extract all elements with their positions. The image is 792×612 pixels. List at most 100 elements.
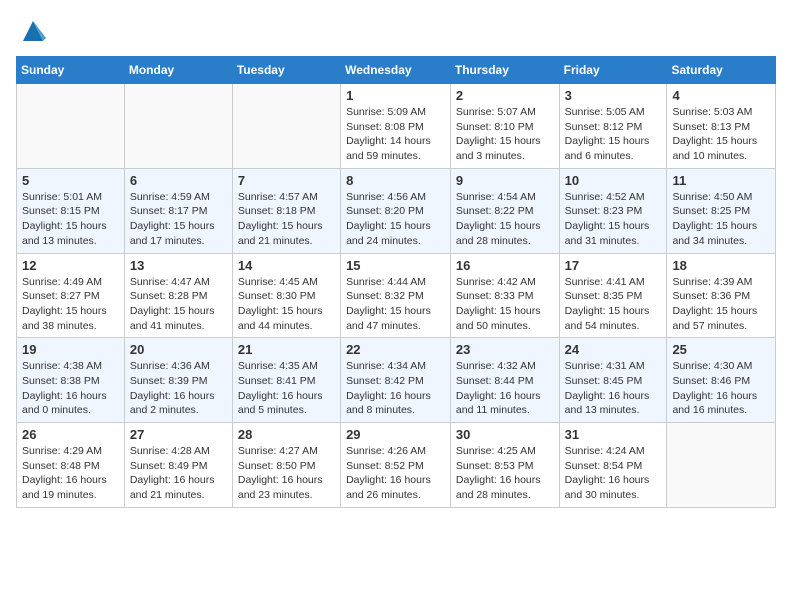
day-number: 17 — [565, 258, 662, 273]
calendar-cell: 7 Sunrise: 4:57 AM Sunset: 8:18 PM Daylig… — [232, 168, 340, 253]
day-of-week-wednesday: Wednesday — [341, 57, 451, 84]
day-info: Sunrise: 4:36 AM Sunset: 8:39 PM Dayligh… — [130, 359, 227, 418]
calendar-cell: 1 Sunrise: 5:09 AM Sunset: 8:08 PM Daylig… — [341, 84, 451, 169]
day-info: Sunrise: 4:54 AM Sunset: 8:22 PM Dayligh… — [456, 190, 554, 249]
day-number: 5 — [22, 173, 119, 188]
day-number: 10 — [565, 173, 662, 188]
day-number: 11 — [672, 173, 770, 188]
calendar-week-row: 26 Sunrise: 4:29 AM Sunset: 8:48 PM Dayli… — [17, 423, 776, 508]
day-number: 4 — [672, 88, 770, 103]
calendar-week-row: 12Sunrise: 4:49 AM Sunset: 8:27 PM Dayli… — [17, 253, 776, 338]
calendar-cell: 15Sunrise: 4:44 AM Sunset: 8:32 PM Dayli… — [341, 253, 451, 338]
day-number: 13 — [130, 258, 227, 273]
day-info: Sunrise: 5:03 AM Sunset: 8:13 PM Dayligh… — [672, 105, 770, 164]
calendar-cell: 23 Sunrise: 4:32 AM Sunset: 8:44 PM Dayli… — [450, 338, 559, 423]
logo — [16, 16, 48, 46]
day-info: Sunrise: 4:41 AM Sunset: 8:35 PM Dayligh… — [565, 275, 662, 334]
calendar-cell: 25 Sunrise: 4:30 AM Sunset: 8:46 PM Dayli… — [667, 338, 776, 423]
day-info: Sunrise: 4:27 AM Sunset: 8:50 PM Dayligh… — [238, 444, 335, 503]
day-info: Sunrise: 4:34 AM Sunset: 8:42 PM Dayligh… — [346, 359, 445, 418]
calendar-cell: 13 Sunrise: 4:47 AM Sunset: 8:28 PM Dayli… — [124, 253, 232, 338]
day-of-week-friday: Friday — [559, 57, 667, 84]
calendar-cell: 12Sunrise: 4:49 AM Sunset: 8:27 PM Dayli… — [17, 253, 125, 338]
day-info: Sunrise: 4:26 AM Sunset: 8:52 PM Dayligh… — [346, 444, 445, 503]
day-number: 21 — [238, 342, 335, 357]
day-number: 9 — [456, 173, 554, 188]
calendar-cell: 16 Sunrise: 4:42 AM Sunset: 8:33 PM Dayli… — [450, 253, 559, 338]
day-of-week-monday: Monday — [124, 57, 232, 84]
day-info: Sunrise: 4:56 AM Sunset: 8:20 PM Dayligh… — [346, 190, 445, 249]
calendar-cell: 2 Sunrise: 5:07 AM Sunset: 8:10 PM Daylig… — [450, 84, 559, 169]
day-number: 25 — [672, 342, 770, 357]
day-number: 3 — [565, 88, 662, 103]
day-number: 8 — [346, 173, 445, 188]
day-number: 14 — [238, 258, 335, 273]
calendar-cell: 5 Sunrise: 5:01 AM Sunset: 8:15 PM Daylig… — [17, 168, 125, 253]
day-number: 23 — [456, 342, 554, 357]
calendar-cell: 11 Sunrise: 4:50 AM Sunset: 8:25 PM Dayli… — [667, 168, 776, 253]
day-info: Sunrise: 4:50 AM Sunset: 8:25 PM Dayligh… — [672, 190, 770, 249]
calendar-cell: 24Sunrise: 4:31 AM Sunset: 8:45 PM Dayli… — [559, 338, 667, 423]
day-info: Sunrise: 5:09 AM Sunset: 8:08 PM Dayligh… — [346, 105, 445, 164]
day-info: Sunrise: 4:59 AM Sunset: 8:17 PM Dayligh… — [130, 190, 227, 249]
day-number: 28 — [238, 427, 335, 442]
day-number: 15 — [346, 258, 445, 273]
day-info: Sunrise: 4:25 AM Sunset: 8:53 PM Dayligh… — [456, 444, 554, 503]
day-number: 22 — [346, 342, 445, 357]
day-info: Sunrise: 4:38 AM Sunset: 8:38 PM Dayligh… — [22, 359, 119, 418]
calendar-cell: 22 Sunrise: 4:34 AM Sunset: 8:42 PM Dayli… — [341, 338, 451, 423]
calendar-cell: 30 Sunrise: 4:25 AM Sunset: 8:53 PM Dayli… — [450, 423, 559, 508]
calendar-cell: 14 Sunrise: 4:45 AM Sunset: 8:30 PM Dayli… — [232, 253, 340, 338]
day-info: Sunrise: 4:49 AM Sunset: 8:27 PM Dayligh… — [22, 275, 119, 334]
day-info: Sunrise: 4:32 AM Sunset: 8:44 PM Dayligh… — [456, 359, 554, 418]
calendar-cell: 17 Sunrise: 4:41 AM Sunset: 8:35 PM Dayli… — [559, 253, 667, 338]
day-number: 29 — [346, 427, 445, 442]
day-number: 26 — [22, 427, 119, 442]
day-info: Sunrise: 5:07 AM Sunset: 8:10 PM Dayligh… — [456, 105, 554, 164]
calendar-cell — [124, 84, 232, 169]
day-info: Sunrise: 4:29 AM Sunset: 8:48 PM Dayligh… — [22, 444, 119, 503]
day-number: 6 — [130, 173, 227, 188]
day-info: Sunrise: 5:05 AM Sunset: 8:12 PM Dayligh… — [565, 105, 662, 164]
day-info: Sunrise: 4:28 AM Sunset: 8:49 PM Dayligh… — [130, 444, 227, 503]
day-info: Sunrise: 4:52 AM Sunset: 8:23 PM Dayligh… — [565, 190, 662, 249]
calendar-cell: 9 Sunrise: 4:54 AM Sunset: 8:22 PM Daylig… — [450, 168, 559, 253]
calendar-cell: 8 Sunrise: 4:56 AM Sunset: 8:20 PM Daylig… — [341, 168, 451, 253]
day-info: Sunrise: 4:47 AM Sunset: 8:28 PM Dayligh… — [130, 275, 227, 334]
day-info: Sunrise: 4:42 AM Sunset: 8:33 PM Dayligh… — [456, 275, 554, 334]
day-of-week-tuesday: Tuesday — [232, 57, 340, 84]
day-number: 16 — [456, 258, 554, 273]
calendar-week-row: 5 Sunrise: 5:01 AM Sunset: 8:15 PM Daylig… — [17, 168, 776, 253]
day-number: 30 — [456, 427, 554, 442]
calendar-cell — [17, 84, 125, 169]
day-number: 27 — [130, 427, 227, 442]
day-info: Sunrise: 4:30 AM Sunset: 8:46 PM Dayligh… — [672, 359, 770, 418]
day-number: 1 — [346, 88, 445, 103]
day-info: Sunrise: 4:39 AM Sunset: 8:36 PM Dayligh… — [672, 275, 770, 334]
calendar-cell: 20 Sunrise: 4:36 AM Sunset: 8:39 PM Dayli… — [124, 338, 232, 423]
day-of-week-thursday: Thursday — [450, 57, 559, 84]
day-info: Sunrise: 4:45 AM Sunset: 8:30 PM Dayligh… — [238, 275, 335, 334]
calendar-cell: 21 Sunrise: 4:35 AM Sunset: 8:41 PM Dayli… — [232, 338, 340, 423]
calendar-cell: 19Sunrise: 4:38 AM Sunset: 8:38 PM Dayli… — [17, 338, 125, 423]
page-header — [16, 16, 776, 46]
logo-icon — [18, 16, 48, 46]
calendar-cell: 6 Sunrise: 4:59 AM Sunset: 8:17 PM Daylig… — [124, 168, 232, 253]
day-info: Sunrise: 4:35 AM Sunset: 8:41 PM Dayligh… — [238, 359, 335, 418]
calendar-cell: 29 Sunrise: 4:26 AM Sunset: 8:52 PM Dayli… — [341, 423, 451, 508]
day-of-week-sunday: Sunday — [17, 57, 125, 84]
calendar-header-row: SundayMondayTuesdayWednesdayThursdayFrid… — [17, 57, 776, 84]
day-number: 20 — [130, 342, 227, 357]
calendar-cell: 26 Sunrise: 4:29 AM Sunset: 8:48 PM Dayli… — [17, 423, 125, 508]
day-number: 7 — [238, 173, 335, 188]
calendar-cell: 4 Sunrise: 5:03 AM Sunset: 8:13 PM Daylig… — [667, 84, 776, 169]
calendar-cell — [232, 84, 340, 169]
calendar-cell: 18Sunrise: 4:39 AM Sunset: 8:36 PM Dayli… — [667, 253, 776, 338]
calendar-cell — [667, 423, 776, 508]
calendar-cell: 28 Sunrise: 4:27 AM Sunset: 8:50 PM Dayli… — [232, 423, 340, 508]
calendar-cell: 3 Sunrise: 5:05 AM Sunset: 8:12 PM Daylig… — [559, 84, 667, 169]
calendar-cell: 10 Sunrise: 4:52 AM Sunset: 8:23 PM Dayli… — [559, 168, 667, 253]
day-info: Sunrise: 5:01 AM Sunset: 8:15 PM Dayligh… — [22, 190, 119, 249]
day-number: 2 — [456, 88, 554, 103]
day-info: Sunrise: 4:57 AM Sunset: 8:18 PM Dayligh… — [238, 190, 335, 249]
